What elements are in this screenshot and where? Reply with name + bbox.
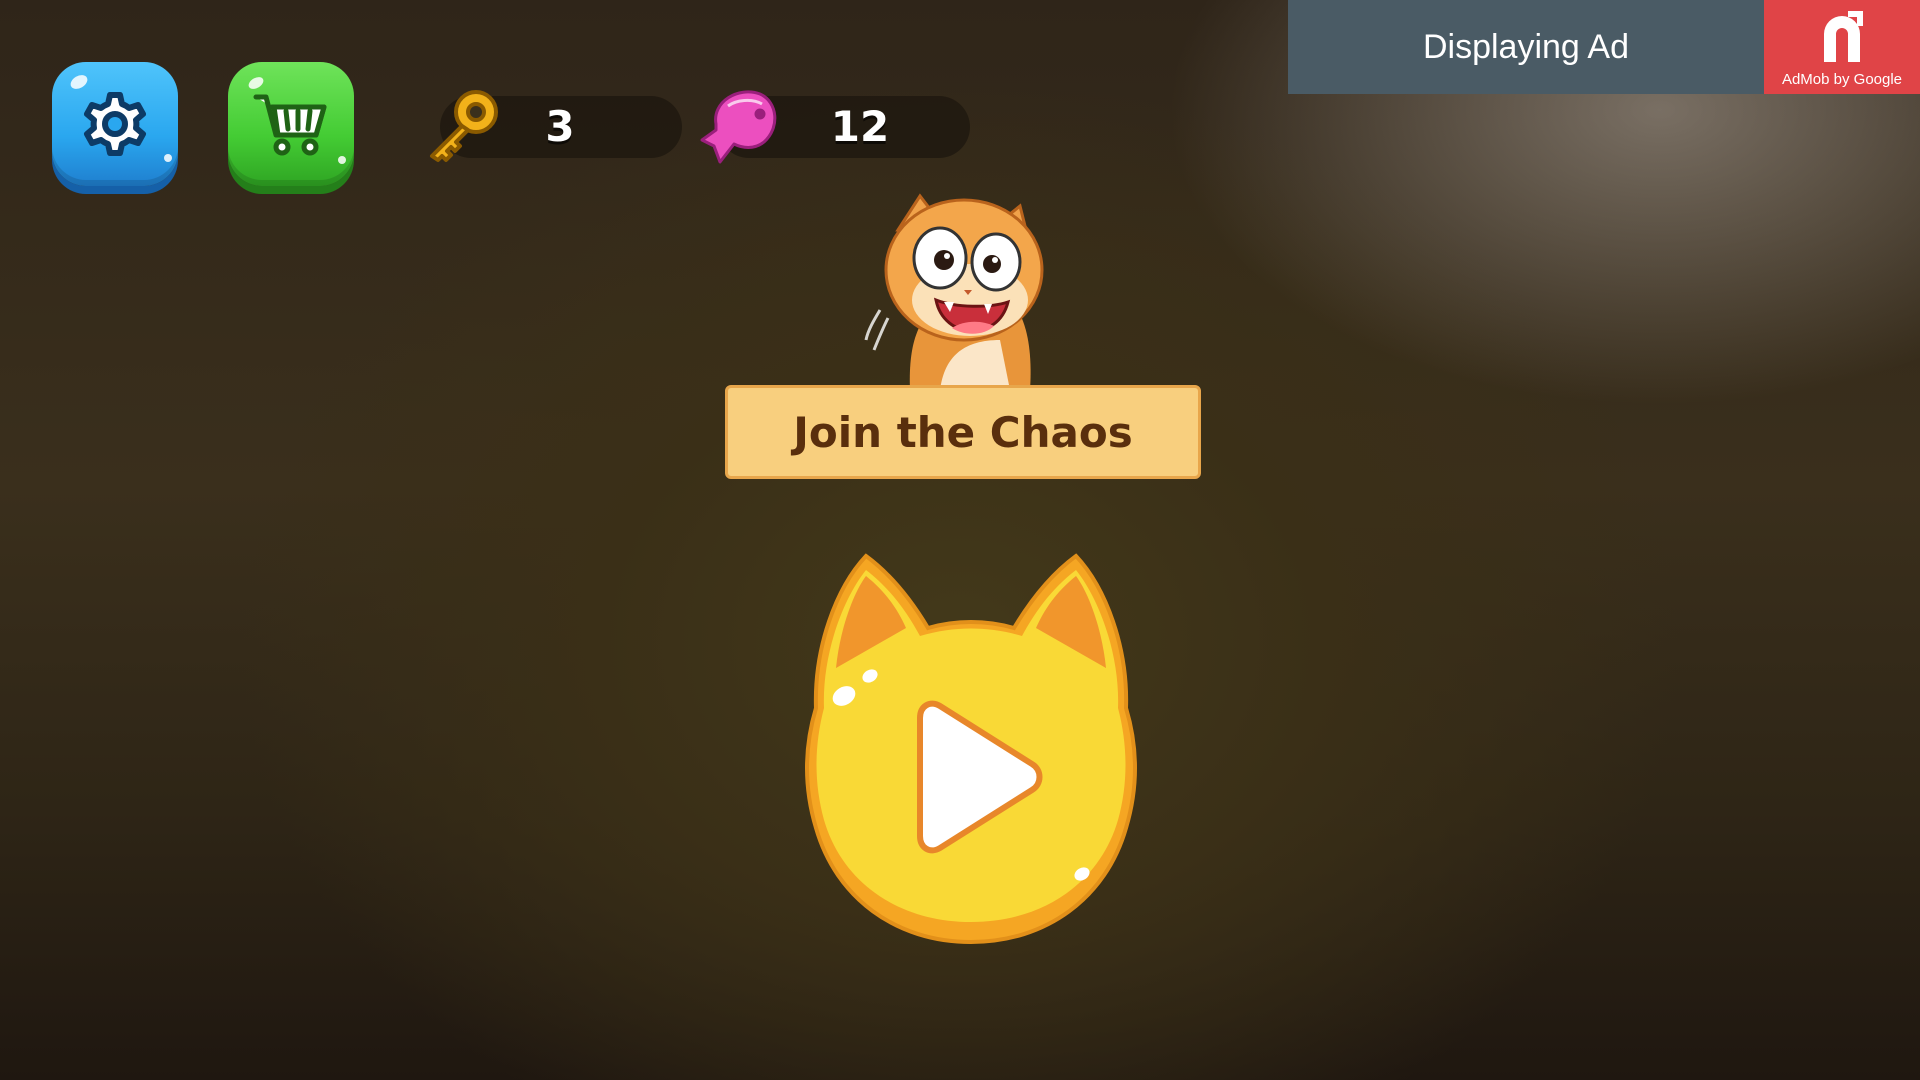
- shop-button[interactable]: [228, 62, 354, 186]
- admob-badge[interactable]: AdMob by Google: [1764, 0, 1920, 94]
- join-banner-text: Join the Chaos: [793, 407, 1133, 457]
- button-shine: [164, 154, 172, 162]
- shopping-cart-icon: [253, 94, 327, 156]
- gear-icon: [84, 92, 146, 156]
- join-banner: Join the Chaos: [725, 385, 1201, 479]
- fish-count: 12: [830, 102, 890, 151]
- key-icon: [430, 90, 498, 162]
- ad-banner-text: Displaying Ad: [1422, 27, 1629, 66]
- fish-icon: [700, 90, 777, 164]
- ad-banner[interactable]: Displaying Ad: [1288, 0, 1764, 94]
- keys-count: 3: [545, 102, 575, 151]
- admob-label: AdMob by Google: [1781, 71, 1903, 88]
- cat-mascot-body: [864, 193, 1044, 390]
- admob-logo-icon: [1824, 11, 1863, 62]
- settings-button[interactable]: [52, 62, 178, 186]
- cat-mascot: [864, 193, 1044, 390]
- play-button[interactable]: [796, 548, 1146, 948]
- button-shine: [338, 156, 346, 164]
